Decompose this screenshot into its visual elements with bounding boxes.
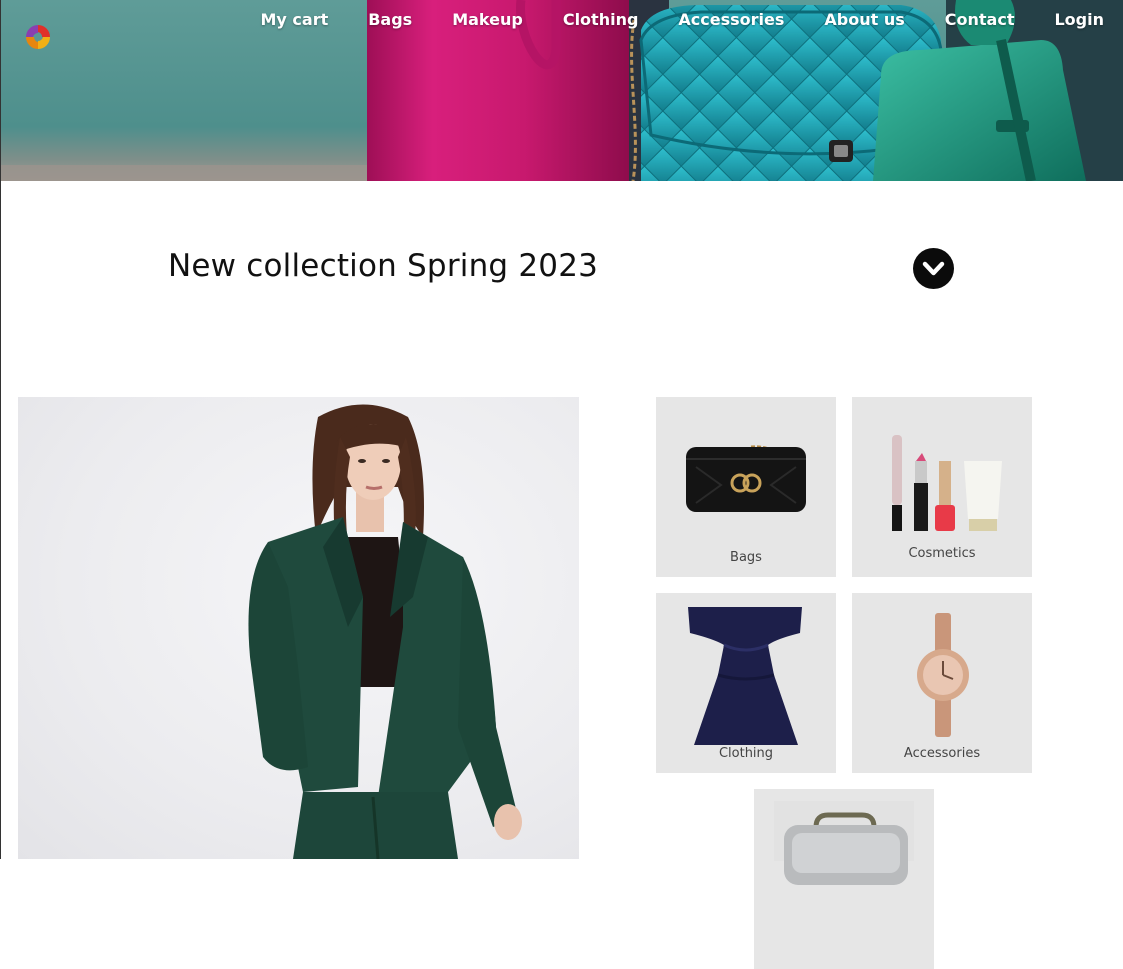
suitcase-icon — [774, 801, 914, 885]
hero-banner: My cart Bags Makeup Clothing Accessories… — [1, 0, 1123, 181]
category-tile-bags[interactable]: Bags — [656, 397, 836, 577]
nav-bags[interactable]: Bags — [348, 0, 432, 40]
category-label-bags: Bags — [730, 550, 762, 565]
category-tile-luggage[interactable] — [754, 789, 934, 969]
logo-icon[interactable] — [23, 22, 53, 52]
nav-about-us[interactable]: About us — [804, 0, 924, 40]
nav-contact[interactable]: Contact — [925, 0, 1035, 40]
collection-headline: New collection Spring 2023 — [168, 248, 599, 284]
main-nav: My cart Bags Makeup Clothing Accessories… — [240, 0, 1123, 40]
category-label-cosmetics: Cosmetics — [908, 546, 976, 561]
category-tile-clothing[interactable]: Clothing — [656, 593, 836, 773]
scroll-down-button[interactable] — [913, 248, 954, 289]
category-tile-accessories[interactable]: Accessories — [852, 593, 1032, 773]
nav-makeup[interactable]: Makeup — [432, 0, 543, 40]
category-tile-cosmetics[interactable]: Cosmetics — [852, 397, 1032, 577]
chevron-down-icon — [922, 261, 945, 276]
category-label-clothing: Clothing — [718, 746, 774, 761]
nav-my-cart[interactable]: My cart — [240, 0, 348, 40]
nav-login[interactable]: Login — [1034, 0, 1123, 40]
category-label-accessories: Accessories — [903, 746, 981, 761]
model-in-green-suit-image — [248, 404, 522, 859]
featured-model-image — [18, 397, 579, 859]
nav-accessories[interactable]: Accessories — [658, 0, 804, 40]
nav-clothing[interactable]: Clothing — [543, 0, 659, 40]
